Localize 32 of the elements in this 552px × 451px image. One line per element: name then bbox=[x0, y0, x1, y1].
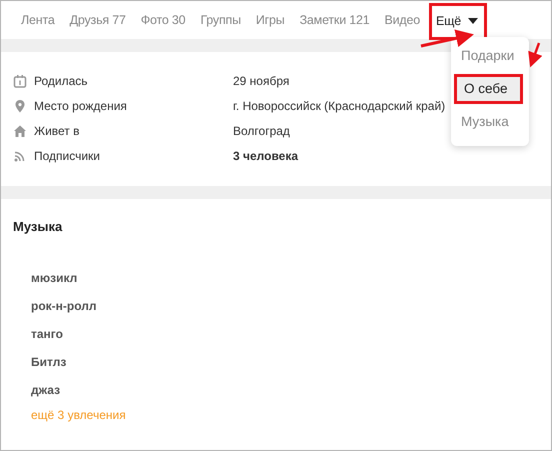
info-value: 29 ноября bbox=[233, 74, 290, 88]
interest-item: мюзикл bbox=[31, 270, 78, 286]
house-icon bbox=[13, 124, 27, 138]
menu-item[interactable]: О себе bbox=[454, 74, 523, 104]
location-pin-icon bbox=[13, 99, 27, 113]
more-link[interactable]: ещё 3 увлечения bbox=[31, 408, 551, 422]
interest-item: танго bbox=[31, 326, 64, 342]
calendar-icon bbox=[13, 74, 27, 88]
info-value: г. Новороссийск (Краснодарский край) bbox=[233, 99, 446, 113]
nav-tab[interactable]: Заметки 121 bbox=[300, 3, 370, 37]
nav-tab[interactable]: Друзья 77 bbox=[70, 3, 126, 37]
nav-tab[interactable]: Видео bbox=[384, 3, 420, 37]
interest-item: Битлз bbox=[31, 354, 68, 370]
nav-tab[interactable]: Фото 30 bbox=[140, 3, 186, 37]
info-value: 3 человека bbox=[233, 149, 298, 163]
info-label: Родилась bbox=[34, 74, 89, 88]
nav-tab[interactable]: Игры bbox=[256, 3, 285, 37]
menu-item[interactable]: Музыка bbox=[451, 107, 529, 137]
menu-item[interactable]: Подарки bbox=[451, 41, 529, 71]
caret-icon bbox=[468, 18, 478, 24]
interest-item: джаз bbox=[31, 382, 62, 398]
info-label: Подписчики bbox=[34, 149, 102, 163]
info-value: Волгоград bbox=[233, 124, 290, 138]
section-title: Музыка bbox=[13, 219, 64, 234]
info-label: Место рождения bbox=[34, 99, 128, 113]
nav-tab[interactable]: Лента bbox=[21, 3, 55, 37]
annotation-arrow bbox=[420, 29, 474, 48]
info-label: Живет в bbox=[34, 124, 81, 138]
nav-tab[interactable]: Группы bbox=[200, 3, 241, 37]
rss-icon bbox=[13, 149, 27, 163]
annotation-arrow bbox=[528, 42, 542, 68]
interest-item: рок-н-ролл bbox=[31, 298, 98, 314]
